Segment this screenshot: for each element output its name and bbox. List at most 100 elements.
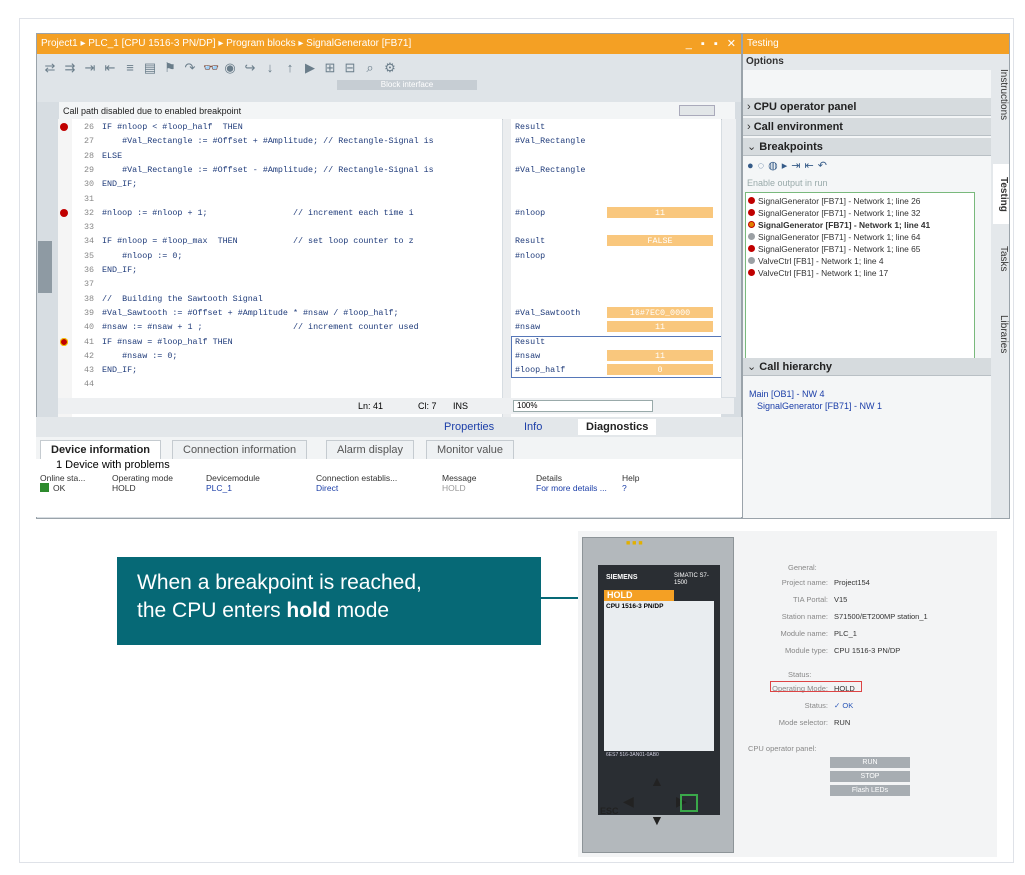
- code-line[interactable]: 42 #nsaw := 0;: [72, 350, 502, 362]
- breakpoint-icon[interactable]: [60, 208, 68, 217]
- call-main[interactable]: Main [OB1] - NW 4: [749, 388, 882, 400]
- section-call-hierarchy[interactable]: ⌄ Call hierarchy: [743, 358, 991, 376]
- code-line[interactable]: 44: [72, 378, 502, 390]
- side-tab-testing[interactable]: Testing: [993, 164, 1009, 224]
- flash-leds-button[interactable]: Flash LEDs: [830, 785, 910, 796]
- call-hierarchy-list: Main [OB1] - NW 4 SignalGenerator [FB71]…: [749, 388, 882, 412]
- call-path-checkbox[interactable]: [679, 105, 715, 116]
- insert-network-icon[interactable]: ⇄: [43, 61, 57, 75]
- tab-diagnostics[interactable]: Diagnostics: [578, 419, 657, 435]
- col-devicemodule[interactable]: Devicemodule: [206, 473, 260, 483]
- table-row[interactable]: OK HOLD PLC_1 Direct HOLD For more detai…: [38, 483, 742, 493]
- code-line[interactable]: 43 END_IF;: [72, 364, 502, 376]
- cell-devicemodule[interactable]: PLC_1: [206, 483, 232, 493]
- editor-vertical-scrollbar[interactable]: [722, 119, 736, 397]
- esc-button[interactable]: ESC: [600, 806, 619, 816]
- breakpoint-list-item[interactable]: ValveCtrl [FB1] - Network 1; line 4: [748, 256, 884, 267]
- find-icon[interactable]: ⌕: [363, 61, 377, 75]
- section-call-environment[interactable]: › Call environment: [743, 118, 991, 136]
- breakpoint-toolbar[interactable]: ●◌◍▸⇥⇤↶: [747, 159, 831, 173]
- code-area[interactable]: 26 IF #nloop < #loop_half THEN 27 #Val_Rec…: [60, 119, 502, 425]
- enter-button[interactable]: [680, 794, 698, 812]
- breakpoint-list-item[interactable]: SignalGenerator [FB71] - Network 1; line…: [748, 208, 920, 219]
- tab-monitor-value[interactable]: Monitor value: [426, 440, 515, 459]
- breakpoint-list-item[interactable]: SignalGenerator [FB71] - Network 1; line…: [748, 244, 920, 255]
- breakpoint-list: SignalGenerator [FB71] - Network 1; line…: [745, 192, 975, 368]
- tab-properties[interactable]: Properties: [444, 419, 494, 435]
- code-text: #nloop := 0;: [102, 250, 183, 261]
- code-line[interactable]: 31: [72, 193, 502, 205]
- outdent-icon[interactable]: ⇤: [103, 61, 117, 75]
- code-line[interactable]: 40 #nsaw := #nsaw + 1 ; // increment coun…: [72, 321, 502, 333]
- code-line[interactable]: 29 #Val_Rectangle := #Offset - #Amplitud…: [72, 164, 502, 176]
- code-line[interactable]: 26 IF #nloop < #loop_half THEN: [60, 121, 502, 133]
- col-online-status[interactable]: Online sta...: [40, 473, 85, 483]
- callout-line-2: the CPU enters hold mode: [137, 599, 390, 622]
- breakpoint-list-item[interactable]: SignalGenerator [FB71] - Network 1; line…: [748, 196, 920, 207]
- breakpoint-list-item[interactable]: SignalGenerator [FB71] - Network 1; line…: [748, 220, 930, 231]
- breakpoint-icon[interactable]: [60, 123, 68, 131]
- zoom-select[interactable]: 100%: [513, 400, 653, 412]
- col-help[interactable]: Help: [622, 473, 639, 483]
- indent-icon[interactable]: ⇥: [83, 61, 97, 75]
- stop-button[interactable]: STOP: [830, 771, 910, 782]
- arrow-left-icon[interactable]: ◀: [623, 793, 634, 810]
- bookmark-icon[interactable]: ⚑: [163, 61, 177, 75]
- tab-device-information[interactable]: Device information: [40, 440, 162, 459]
- code-line[interactable]: 32 #nloop := #nloop + 1; // increment eac…: [60, 207, 502, 219]
- step-out-icon[interactable]: ↑: [283, 61, 297, 75]
- section-cpu-operator-panel[interactable]: › CPU operator panel: [743, 98, 991, 116]
- breakpoint-icon[interactable]: ◉: [223, 61, 237, 75]
- line-number: 44: [83, 379, 94, 390]
- tab-connection-information[interactable]: Connection information: [172, 440, 308, 459]
- code-line[interactable]: 34 IF #nloop = #loop_max THEN // set loop…: [72, 235, 502, 247]
- code-line[interactable]: 28 ELSE: [72, 150, 502, 162]
- tab-alarm-display[interactable]: Alarm display: [326, 440, 415, 459]
- current-breakpoint-icon[interactable]: [60, 337, 68, 346]
- code-line[interactable]: 37: [72, 278, 502, 290]
- section-breakpoints[interactable]: ⌄ Breakpoints: [743, 138, 991, 156]
- expand-icon[interactable]: ⊞: [323, 61, 337, 75]
- ok-icon: [40, 483, 49, 492]
- code-text: #nsaw := 0;: [102, 350, 178, 361]
- col-details[interactable]: Details: [536, 473, 562, 483]
- code-line[interactable]: 33: [72, 221, 502, 233]
- block-interface-handle[interactable]: Block interface: [337, 80, 477, 90]
- col-operating-mode[interactable]: Operating mode: [112, 473, 173, 483]
- code-line[interactable]: 35 #nloop := 0;: [72, 250, 502, 262]
- enable-output-checkbox[interactable]: Enable output in run: [747, 177, 828, 189]
- run-icon[interactable]: ▶: [303, 61, 317, 75]
- call-signalgenerator[interactable]: SignalGenerator [FB71] - NW 1: [749, 400, 882, 412]
- step-over-icon[interactable]: ↪: [243, 61, 257, 75]
- delete-network-icon[interactable]: ⇉: [63, 61, 77, 75]
- editor-status-bar: Ln: 41 Cl: 7 INS 100%: [58, 398, 734, 414]
- uncomment-icon[interactable]: ▤: [143, 61, 157, 75]
- breakpoint-list-item[interactable]: ValveCtrl [FB1] - Network 1; line 17: [748, 268, 888, 279]
- arrow-up-icon[interactable]: ▲: [650, 773, 664, 789]
- code-line[interactable]: 27 #Val_Rectangle := #Offset + #Amplitud…: [72, 135, 502, 147]
- help-link[interactable]: ?: [622, 483, 627, 493]
- code-line[interactable]: 38 // Building the Sawtooth Signal: [72, 293, 502, 305]
- side-tab-tasks[interactable]: Tasks: [993, 234, 1009, 284]
- monitor-icon[interactable]: 👓: [203, 61, 219, 75]
- code-line[interactable]: 39 #Val_Sawtooth := #Offset + #Amplitude …: [72, 307, 502, 319]
- side-tab-instructions[interactable]: Instructions: [993, 60, 1009, 130]
- col-connection[interactable]: Connection establis...: [316, 473, 397, 483]
- code-line[interactable]: 36 END_IF;: [72, 264, 502, 276]
- window-controls[interactable]: _ ▪ ▪ ✕: [686, 34, 739, 54]
- comment-icon[interactable]: ≡: [123, 61, 137, 75]
- details-link[interactable]: For more details ...: [536, 483, 607, 493]
- col-message[interactable]: Message: [442, 473, 477, 483]
- arrow-down-icon[interactable]: ▼: [650, 812, 664, 828]
- program-status-side-tab[interactable]: [38, 241, 52, 293]
- step-into-icon[interactable]: ↓: [263, 61, 277, 75]
- breakpoint-list-item[interactable]: SignalGenerator [FB71] - Network 1; line…: [748, 232, 920, 243]
- tab-info[interactable]: Info: [524, 419, 542, 435]
- code-line[interactable]: 41 IF #nsaw = #loop_half THEN: [60, 336, 502, 348]
- side-tab-libraries[interactable]: Libraries: [993, 304, 1009, 364]
- collapse-icon[interactable]: ⊟: [343, 61, 357, 75]
- goto-icon[interactable]: ↷: [183, 61, 197, 75]
- code-line[interactable]: 30 END_IF;: [72, 178, 502, 190]
- run-button[interactable]: RUN: [830, 757, 910, 768]
- settings-icon[interactable]: ⚙: [383, 61, 397, 75]
